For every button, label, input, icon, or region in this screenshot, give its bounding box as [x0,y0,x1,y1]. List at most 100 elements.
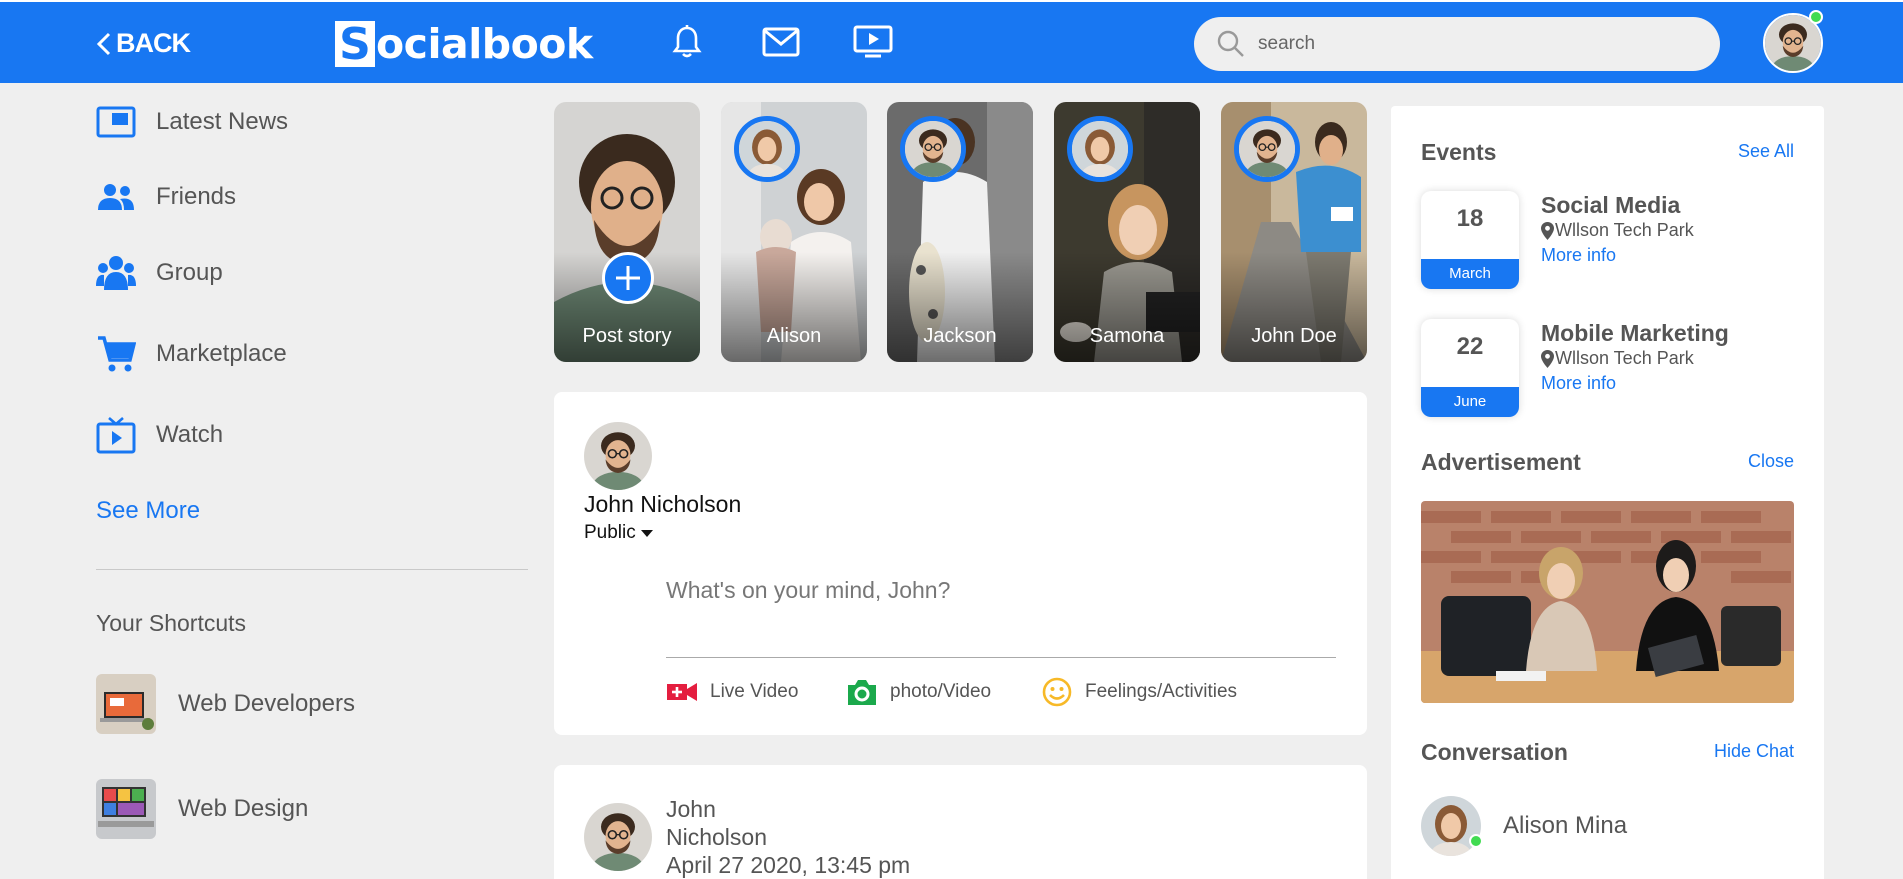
sidebar-item-group[interactable]: Group [96,253,223,293]
story-avatar [1234,116,1300,182]
action-label: Live Video [710,681,799,702]
event-location-label: Wllson Tech Park [1555,348,1694,368]
caret-down-icon [640,530,653,537]
back-label: BACK [116,28,191,58]
shortcut-web-design[interactable]: Web Design [96,779,308,839]
story-name: Alison [766,325,822,347]
action-label: Feelings/Activities [1085,681,1238,702]
event-month: March [1421,259,1519,289]
event-location-label: Wllson Tech Park [1555,220,1694,240]
news-icon [96,102,136,142]
search-input[interactable] [1258,33,1698,55]
search-bar[interactable] [1194,17,1720,71]
bell-icon[interactable] [667,22,707,62]
logo-letter: S [335,21,375,69]
post-divider [666,657,1336,658]
story-post[interactable]: Post story [554,102,700,362]
event-more-info-link[interactable]: More info [1541,373,1616,394]
smiley-icon [1042,677,1072,707]
story-name: Jackson [923,325,997,347]
conversation-title: Conversation [1421,739,1568,765]
event-location: Wllson Tech Park [1541,348,1694,369]
online-status-dot [1809,10,1823,24]
online-status-dot [1469,834,1483,848]
see-all-link[interactable]: See All [1738,141,1794,162]
conversation-name: Alison Mina [1503,812,1628,839]
create-post-card: John Nicholson Public Live Video photo/V… [554,392,1367,735]
story-jackson[interactable]: Jackson [887,102,1033,362]
sidebar-item-label: Friends [156,183,237,210]
live-video-button[interactable]: Live Video [666,676,798,708]
top-bar: BACK S ocialbook [0,0,1903,83]
sidebar-item-label: Group [156,259,223,286]
post-author-name: John Nicholson [584,491,742,517]
sidebar-item-latest-news[interactable]: Latest News [96,102,288,142]
event-day: 22 [1456,333,1484,360]
mail-icon[interactable] [761,22,801,62]
post-date: April 27 2020, 13:45 pm [666,852,911,878]
sidebar-item-marketplace[interactable]: Marketplace [96,334,287,374]
photo-video-button[interactable]: photo/Video [846,676,991,708]
advertisement-image[interactable] [1421,501,1794,703]
logo[interactable]: S ocialbook [335,20,593,69]
event-location: Wllson Tech Park [1541,220,1694,241]
event-more-info-link[interactable]: More info [1541,245,1616,266]
privacy-selector[interactable]: Public [584,522,654,544]
feelings-activities-button[interactable]: Feelings/Activities [1041,676,1237,708]
chevron-left-icon [96,32,111,55]
post-input[interactable] [666,577,1334,604]
map-pin-icon [1541,349,1554,368]
event-date-badge: 18 March [1421,191,1519,289]
sidebar-item-watch[interactable]: Watch [96,415,223,455]
advertisement-title: Advertisement [1421,449,1581,475]
map-pin-icon [1541,221,1554,240]
action-label: photo/Video [890,681,992,702]
post-author-first: John [666,796,716,822]
sidebar-divider [96,569,528,570]
sidebar-item-label: Marketplace [156,340,287,367]
event-title[interactable]: Social Media [1541,192,1680,219]
right-sidebar: Events See All 18 March Social Media Wll… [1391,106,1824,879]
story-avatar [734,116,800,182]
back-button[interactable]: BACK [94,28,191,59]
group-icon [96,253,136,293]
shortcut-thumbnail [96,779,156,839]
event-date-badge: 22 June [1421,319,1519,417]
close-ad-link[interactable]: Close [1748,451,1794,472]
avatar[interactable] [584,803,652,871]
friends-icon [96,177,136,217]
post-card: John Nicholson April 27 2020, 13:45 pm [554,765,1367,879]
cart-icon [96,334,136,374]
story-avatar [1067,116,1133,182]
sidebar-item-label: Watch [156,421,224,448]
shortcut-thumbnail [96,674,156,734]
shortcut-web-developers[interactable]: Web Developers [96,674,355,734]
story-alison[interactable]: Alison [721,102,867,362]
event-day: 18 [1456,205,1484,232]
see-more-link[interactable]: See More [96,497,200,525]
camera-icon [848,680,876,705]
events-title: Events [1421,139,1497,165]
live-video-icon [667,683,697,701]
post-author-last: Nicholson [666,824,767,850]
story-john-doe[interactable]: John Doe [1221,102,1367,362]
story-samona[interactable]: Samona [1054,102,1200,362]
story-name: Samona [1089,325,1165,347]
video-icon[interactable] [853,22,893,62]
story-name: Post story [582,325,672,347]
conversation-item[interactable]: Alison Mina [1421,796,1627,856]
event-title[interactable]: Mobile Marketing [1541,320,1729,347]
avatar[interactable] [584,422,652,490]
shortcut-label: Web Design [178,795,309,822]
privacy-label: Public [584,522,636,543]
event-month: June [1421,387,1519,417]
logo-text: ocialbook [376,20,593,68]
story-name: John Doe [1251,325,1337,347]
add-story-icon[interactable] [602,252,654,304]
shortcut-label: Web Developers [178,690,355,717]
story-avatar [900,116,966,182]
tv-icon [96,415,136,455]
sidebar-item-friends[interactable]: Friends [96,177,236,217]
hide-chat-link[interactable]: Hide Chat [1714,741,1794,762]
sidebar-item-label: Latest News [156,108,289,135]
